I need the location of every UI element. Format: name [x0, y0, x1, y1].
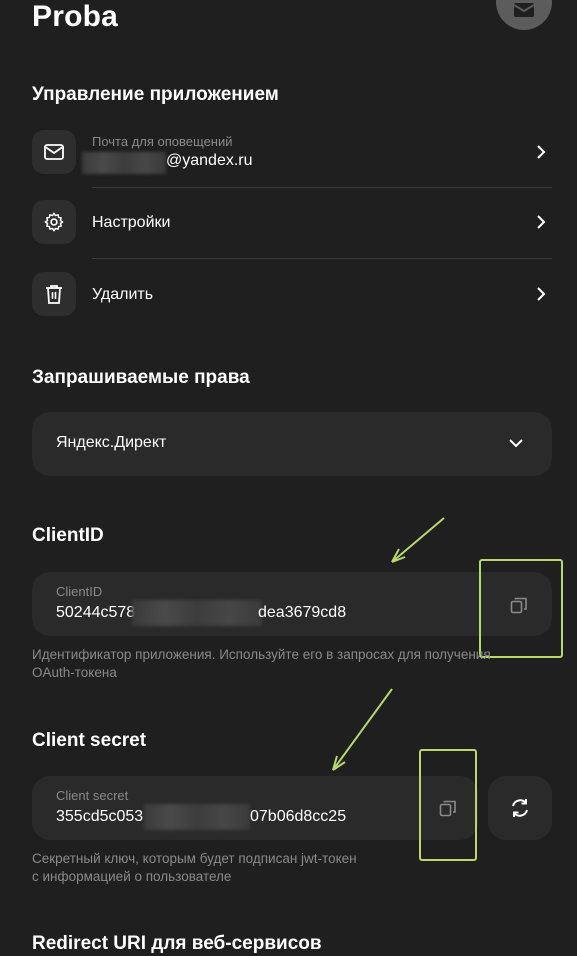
client-secret-hint: Секретный ключ, которым будет подписан j… [32, 850, 532, 886]
client-secret-section-title: Client secret [32, 730, 147, 751]
arrow-to-client-secret [332, 688, 393, 771]
management-section-title: Управление приложением [32, 84, 279, 105]
redacted-email-part [82, 152, 166, 174]
client-id-section-title: ClientID [32, 525, 104, 546]
delete-row[interactable]: Удалить [32, 264, 552, 328]
client-id-hint: Идентификатор приложения. Используйте ег… [32, 647, 491, 680]
client-id-label: ClientID [56, 584, 103, 599]
gear-icon [44, 212, 64, 232]
refresh-icon [512, 799, 528, 817]
notify-email-value: @yandex.ru [166, 152, 253, 169]
mail-icon-box [32, 130, 76, 174]
app-title: Proba [32, 0, 119, 33]
trash-icon-box [32, 272, 76, 316]
mail-icon [44, 144, 64, 160]
chevron-right-icon [537, 145, 546, 159]
client-secret-label: Client secret [56, 788, 129, 803]
gear-icon-box [32, 200, 76, 244]
settings-label: Настройки [92, 214, 171, 231]
delete-label: Удалить [92, 286, 154, 303]
envelope-icon [513, 3, 535, 17]
permissions-selected-value: Яндекс.Директ [56, 434, 167, 451]
client-secret-hint-line-1: Секретный ключ, которым будет подписан j… [32, 851, 357, 866]
divider [92, 187, 552, 188]
client-id-value-end: dea3679cd8 [258, 604, 347, 621]
arrow-to-client-id [391, 517, 445, 563]
highlight-box [479, 559, 563, 658]
permissions-section-title: Запрашиваемые права [32, 367, 250, 388]
notify-email-row[interactable]: Почта для оповещений @yandex.ru [32, 122, 552, 186]
redacted-client-secret-part [144, 804, 250, 830]
permissions-select[interactable]: Яндекс.Директ [32, 412, 552, 476]
settings-row[interactable]: Настройки [32, 192, 552, 256]
chevron-right-icon [537, 287, 546, 301]
client-secret-value-start: 355cd5c053 [56, 808, 144, 825]
highlight-box [419, 749, 477, 861]
client-secret-field: Client secret 355cd5c053 07b06d8cc25 [32, 776, 478, 840]
trash-icon [46, 285, 62, 304]
client-id-value-start: 50244c578 [56, 604, 136, 621]
notify-email-label: Почта для оповещений [92, 134, 233, 149]
regenerate-secret-button[interactable] [488, 776, 552, 840]
client-id-field: ClientID 50244c578 dea3679cd8 [32, 572, 552, 636]
chevron-right-icon [537, 215, 546, 229]
redirect-uri-section-title: Redirect URI для веб-сервисов [32, 933, 322, 954]
chevron-down-icon [509, 439, 523, 448]
client-secret-value-end: 07b06d8cc25 [250, 808, 347, 825]
divider [92, 258, 552, 259]
client-secret-hint-line-2: с информацией о пользователе [32, 869, 232, 884]
redacted-client-id-part [132, 600, 262, 626]
avatar[interactable] [496, 0, 552, 30]
